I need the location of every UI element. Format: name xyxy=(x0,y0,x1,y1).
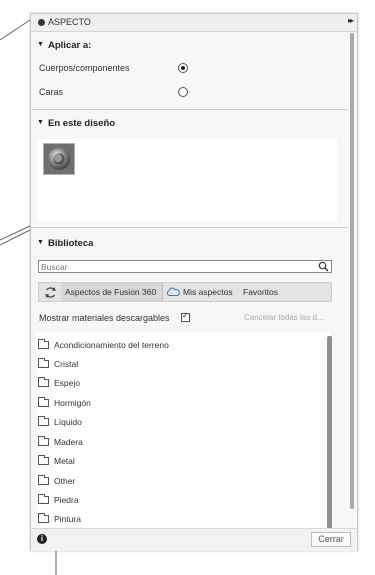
folder-item[interactable]: Metal xyxy=(37,453,317,471)
design-appearances-box xyxy=(37,139,337,221)
folder-item[interactable]: Espejo xyxy=(37,375,317,393)
folder-label: Hormigón xyxy=(54,398,91,408)
folder-icon xyxy=(38,416,49,426)
tab-fusion-appearances[interactable]: Aspectos de Fusion 360 xyxy=(61,283,163,301)
library-search-input[interactable]: Buscar xyxy=(38,260,332,273)
folder-label: Pintura xyxy=(54,514,81,524)
cancel-all-downloads-link[interactable]: Cancelar todas las d... xyxy=(244,313,324,322)
chrome-ring-icon xyxy=(48,148,70,170)
section-divider xyxy=(31,109,347,110)
folder-icon xyxy=(38,475,49,485)
appearance-thumbnail[interactable] xyxy=(43,143,75,175)
collapse-panel-icon[interactable]: ▸▸ xyxy=(348,16,354,25)
folder-icon xyxy=(38,377,49,387)
library-section-label: Biblioteca xyxy=(48,238,94,249)
option-label-faces: Caras xyxy=(39,87,64,97)
folder-icon xyxy=(38,494,49,504)
show-downloadable-checkbox[interactable]: ✓ xyxy=(181,311,190,322)
close-button[interactable]: Cerrar xyxy=(311,532,351,547)
folder-label: Other xyxy=(54,476,76,486)
panel-footer: i Cerrar xyxy=(31,528,357,551)
panel-title: ASPECTO xyxy=(48,17,91,27)
search-icon[interactable] xyxy=(318,261,329,272)
design-section-label: En este diseño xyxy=(48,118,116,129)
appearance-panel: ASPECTO ▸▸ ▼ Aplicar a: Cuerpos/componen… xyxy=(30,13,358,551)
folder-label: Cristal xyxy=(54,359,79,369)
search-placeholder: Buscar xyxy=(41,262,68,272)
apply-section-header[interactable]: ▼ Aplicar a: xyxy=(31,37,347,55)
folder-icon xyxy=(38,436,49,446)
folder-item[interactable]: Líquido xyxy=(37,414,317,432)
cloud-icon xyxy=(166,287,180,296)
show-downloadable-label: Mostrar materiales descargables xyxy=(39,313,170,323)
radio-bodies[interactable] xyxy=(178,63,188,73)
radio-faces[interactable] xyxy=(178,87,188,97)
library-section-header[interactable]: ▼ Biblioteca xyxy=(31,235,347,253)
option-label-bodies: Cuerpos/componentes xyxy=(39,63,130,73)
folder-label: Líquido xyxy=(54,417,82,427)
tab-label: Favoritos xyxy=(243,287,278,297)
folder-item[interactable]: Hormigón xyxy=(37,395,317,413)
tab-favorites[interactable]: Favoritos xyxy=(239,283,289,301)
folder-item[interactable]: Cristal xyxy=(37,356,317,374)
folder-label: Metal xyxy=(54,456,75,466)
folder-icon xyxy=(38,397,49,407)
section-divider xyxy=(31,227,347,228)
design-section-header[interactable]: ▼ En este diseño xyxy=(31,115,347,133)
refresh-icon[interactable] xyxy=(44,286,57,299)
tab-my-appearances[interactable]: Mis aspectos xyxy=(164,283,236,301)
expand-arrow-icon: ▼ xyxy=(37,239,44,246)
tab-label: Mis aspectos xyxy=(183,287,233,297)
expand-arrow-icon: ▼ xyxy=(37,41,44,48)
material-folder-list: Acondicionamiento del terreno Cristal Es… xyxy=(37,332,330,538)
checkmark-icon: ✓ xyxy=(182,311,189,320)
folder-label: Piedra xyxy=(54,495,79,505)
folder-item[interactable]: Other xyxy=(37,473,317,491)
panel-scrollbar[interactable] xyxy=(350,33,354,509)
folder-label: Acondicionamiento del terreno xyxy=(54,340,169,350)
folder-icon xyxy=(38,339,49,349)
expand-arrow-icon: ▼ xyxy=(37,119,44,126)
folder-label: Madera xyxy=(54,437,83,447)
folder-list-scrollbar[interactable] xyxy=(327,336,332,534)
folder-item[interactable]: Acondicionamiento del terreno xyxy=(37,337,317,355)
apply-section-label: Aplicar a: xyxy=(48,40,92,51)
panel-titlebar[interactable]: ASPECTO ▸▸ xyxy=(31,14,357,32)
folder-item[interactable]: Pintura xyxy=(37,511,317,529)
tab-label: Aspectos de Fusion 360 xyxy=(65,287,157,297)
library-tabs: Aspectos de Fusion 360 Mis aspectos Favo… xyxy=(38,282,332,302)
info-icon[interactable]: i xyxy=(37,534,47,544)
folder-item[interactable]: Piedra xyxy=(37,492,317,510)
folder-label: Espejo xyxy=(54,378,80,388)
folder-icon xyxy=(38,513,49,523)
folder-icon xyxy=(38,455,49,465)
panel-status-dot xyxy=(38,19,45,26)
folder-item[interactable]: Madera xyxy=(37,434,317,452)
folder-icon xyxy=(38,358,49,368)
